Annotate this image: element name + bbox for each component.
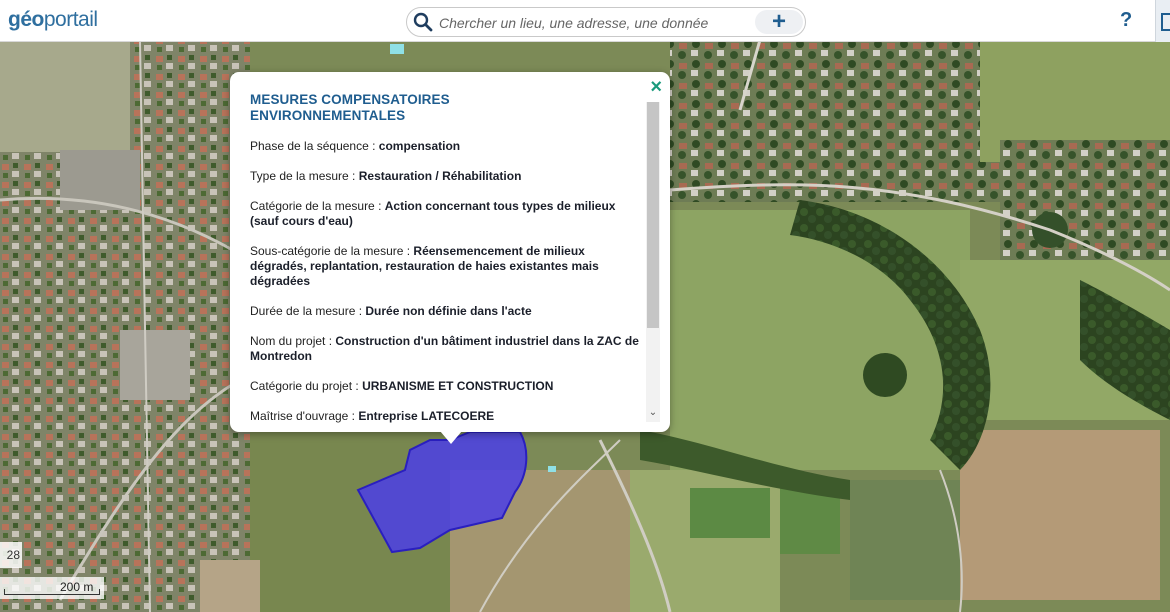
field-type: Type de la mesure : Restauration / Réhab… — [250, 169, 642, 184]
logo-part-geo: géo — [8, 8, 44, 31]
scale-bar: 200 m — [0, 577, 104, 599]
field-subcategory: Sous-catégorie de la mesure : Réensemenc… — [250, 244, 642, 289]
field-label: Nom du projet : — [250, 334, 336, 348]
field-label: Durée de la mesure : — [250, 304, 366, 318]
zoom-level-indicator: 28 — [0, 542, 22, 568]
scrollbar-thumb[interactable] — [647, 102, 659, 328]
field-phase: Phase de la séquence : compensation — [250, 139, 642, 154]
help-button[interactable]: ? — [1120, 9, 1132, 32]
field-label: Type de la mesure : — [250, 169, 359, 183]
chevron-down-icon[interactable]: ⌄ — [646, 407, 660, 418]
field-label: Phase de la séquence : — [250, 139, 379, 153]
field-project-category: Catégorie du projet : URBANISME ET CONST… — [250, 379, 642, 394]
field-value: Entreprise LATECOERE — [358, 409, 495, 423]
field-value: compensation — [378, 139, 461, 153]
geoportail-logo[interactable]: géoportail — [8, 8, 98, 32]
popup-scrollbar[interactable]: ⌄ — [646, 102, 660, 422]
scale-label: 200 m — [60, 580, 94, 594]
field-label: Sous-catégorie de la mesure : — [250, 244, 414, 258]
popup-title: MESURES COMPENSATOIRES ENVIRONNEMENTALES — [250, 92, 450, 123]
logo-part-portail: portail — [43, 8, 98, 31]
search-icon[interactable] — [413, 12, 433, 32]
field-owner: Maîtrise d'ouvrage : Entreprise LATECOER… — [250, 409, 642, 424]
close-icon[interactable]: × — [650, 77, 662, 97]
feature-info-popup: × MESURES COMPENSATOIRES ENVIRONNEMENTAL… — [230, 72, 670, 444]
top-bar: géoportail Chercher un lieu, une adresse… — [0, 0, 1170, 42]
side-menu-toggle[interactable] — [1155, 0, 1170, 42]
search-input[interactable]: Chercher un lieu, une adresse, une donné… — [439, 15, 708, 31]
field-value: URBANISME ET CONSTRUCTION — [362, 379, 554, 393]
field-category: Catégorie de la mesure : Action concerna… — [250, 199, 642, 229]
popup-content: MESURES COMPENSATOIRES ENVIRONNEMENTALES… — [250, 92, 642, 424]
field-value: Restauration / Réhabilitation — [358, 169, 522, 183]
field-value: Durée non définie dans l'acte — [365, 304, 532, 318]
add-button[interactable]: + — [755, 10, 803, 34]
field-project-name: Nom du projet : Construction d'un bâtime… — [250, 334, 642, 364]
popup-pointer — [440, 431, 462, 444]
field-label: Catégorie de la mesure : — [250, 199, 385, 213]
field-label: Catégorie du projet : — [250, 379, 363, 393]
search-bar[interactable]: Chercher un lieu, une adresse, une donné… — [406, 7, 806, 37]
field-label: Maîtrise d'ouvrage : — [250, 409, 359, 423]
field-duration: Durée de la mesure : Durée non définie d… — [250, 304, 642, 319]
